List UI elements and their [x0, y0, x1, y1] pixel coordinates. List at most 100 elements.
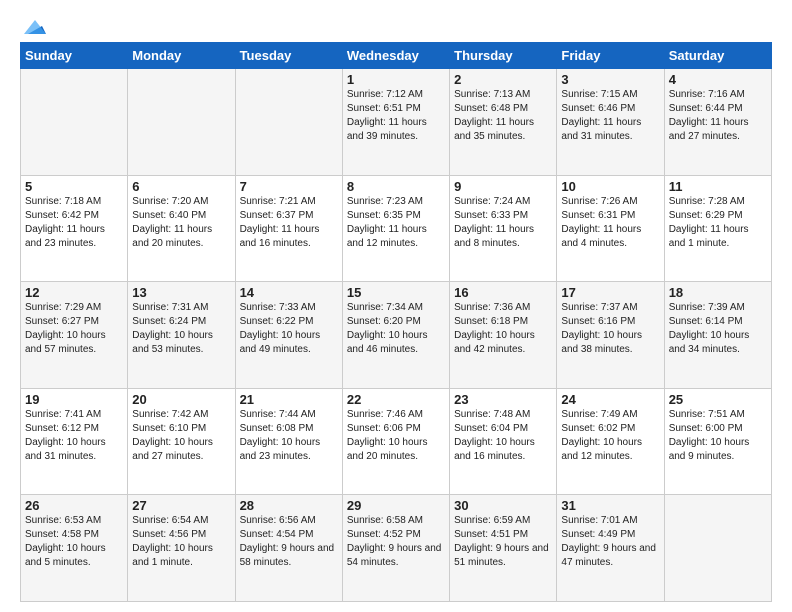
day-info: Sunrise: 7:23 AM Sunset: 6:35 PM Dayligh…: [347, 195, 445, 251]
day-info: Sunrise: 7:44 AM Sunset: 6:08 PM Dayligh…: [240, 408, 338, 464]
calendar-cell: 8Sunrise: 7:23 AM Sunset: 6:35 PM Daylig…: [342, 175, 449, 282]
day-info: Sunrise: 7:12 AM Sunset: 6:51 PM Dayligh…: [347, 88, 445, 144]
day-number: 13: [132, 285, 230, 300]
day-number: 4: [669, 72, 767, 87]
day-number: 8: [347, 179, 445, 194]
day-number: 7: [240, 179, 338, 194]
day-number: 31: [561, 498, 659, 513]
day-info: Sunrise: 7:26 AM Sunset: 6:31 PM Dayligh…: [561, 195, 659, 251]
day-info: Sunrise: 7:33 AM Sunset: 6:22 PM Dayligh…: [240, 301, 338, 357]
week-row-1: 5Sunrise: 7:18 AM Sunset: 6:42 PM Daylig…: [21, 175, 772, 282]
day-info: Sunrise: 6:53 AM Sunset: 4:58 PM Dayligh…: [25, 514, 123, 570]
calendar-cell: 10Sunrise: 7:26 AM Sunset: 6:31 PM Dayli…: [557, 175, 664, 282]
calendar-cell: 17Sunrise: 7:37 AM Sunset: 6:16 PM Dayli…: [557, 282, 664, 389]
day-number: 11: [669, 179, 767, 194]
calendar-cell: 29Sunrise: 6:58 AM Sunset: 4:52 PM Dayli…: [342, 495, 449, 602]
day-number: 1: [347, 72, 445, 87]
day-info: Sunrise: 7:48 AM Sunset: 6:04 PM Dayligh…: [454, 408, 552, 464]
day-info: Sunrise: 7:18 AM Sunset: 6:42 PM Dayligh…: [25, 195, 123, 251]
day-number: 26: [25, 498, 123, 513]
calendar-cell: 4Sunrise: 7:16 AM Sunset: 6:44 PM Daylig…: [664, 69, 771, 176]
calendar-cell: 25Sunrise: 7:51 AM Sunset: 6:00 PM Dayli…: [664, 388, 771, 495]
day-number: 15: [347, 285, 445, 300]
day-info: Sunrise: 7:29 AM Sunset: 6:27 PM Dayligh…: [25, 301, 123, 357]
calendar-cell: 12Sunrise: 7:29 AM Sunset: 6:27 PM Dayli…: [21, 282, 128, 389]
calendar-cell: 20Sunrise: 7:42 AM Sunset: 6:10 PM Dayli…: [128, 388, 235, 495]
weekday-header-saturday: Saturday: [664, 43, 771, 69]
calendar-cell: [664, 495, 771, 602]
day-info: Sunrise: 6:54 AM Sunset: 4:56 PM Dayligh…: [132, 514, 230, 570]
week-row-4: 26Sunrise: 6:53 AM Sunset: 4:58 PM Dayli…: [21, 495, 772, 602]
day-number: 10: [561, 179, 659, 194]
calendar-cell: [21, 69, 128, 176]
calendar-cell: 9Sunrise: 7:24 AM Sunset: 6:33 PM Daylig…: [450, 175, 557, 282]
weekday-header-thursday: Thursday: [450, 43, 557, 69]
day-number: 17: [561, 285, 659, 300]
calendar-cell: 3Sunrise: 7:15 AM Sunset: 6:46 PM Daylig…: [557, 69, 664, 176]
calendar-table: SundayMondayTuesdayWednesdayThursdayFrid…: [20, 42, 772, 602]
calendar-cell: 15Sunrise: 7:34 AM Sunset: 6:20 PM Dayli…: [342, 282, 449, 389]
logo: [20, 16, 46, 32]
day-info: Sunrise: 7:51 AM Sunset: 6:00 PM Dayligh…: [669, 408, 767, 464]
calendar-cell: 7Sunrise: 7:21 AM Sunset: 6:37 PM Daylig…: [235, 175, 342, 282]
page: SundayMondayTuesdayWednesdayThursdayFrid…: [0, 0, 792, 612]
day-number: 2: [454, 72, 552, 87]
logo-icon: [24, 16, 46, 38]
calendar-cell: 11Sunrise: 7:28 AM Sunset: 6:29 PM Dayli…: [664, 175, 771, 282]
day-info: Sunrise: 7:39 AM Sunset: 6:14 PM Dayligh…: [669, 301, 767, 357]
day-info: Sunrise: 7:36 AM Sunset: 6:18 PM Dayligh…: [454, 301, 552, 357]
day-info: Sunrise: 7:15 AM Sunset: 6:46 PM Dayligh…: [561, 88, 659, 144]
day-number: 30: [454, 498, 552, 513]
day-info: Sunrise: 7:24 AM Sunset: 6:33 PM Dayligh…: [454, 195, 552, 251]
day-number: 27: [132, 498, 230, 513]
calendar-cell: [128, 69, 235, 176]
calendar-cell: 14Sunrise: 7:33 AM Sunset: 6:22 PM Dayli…: [235, 282, 342, 389]
calendar-cell: 1Sunrise: 7:12 AM Sunset: 6:51 PM Daylig…: [342, 69, 449, 176]
week-row-3: 19Sunrise: 7:41 AM Sunset: 6:12 PM Dayli…: [21, 388, 772, 495]
calendar-cell: 31Sunrise: 7:01 AM Sunset: 4:49 PM Dayli…: [557, 495, 664, 602]
calendar-cell: 2Sunrise: 7:13 AM Sunset: 6:48 PM Daylig…: [450, 69, 557, 176]
day-number: 5: [25, 179, 123, 194]
day-info: Sunrise: 6:56 AM Sunset: 4:54 PM Dayligh…: [240, 514, 338, 570]
day-info: Sunrise: 7:16 AM Sunset: 6:44 PM Dayligh…: [669, 88, 767, 144]
weekday-header-row: SundayMondayTuesdayWednesdayThursdayFrid…: [21, 43, 772, 69]
day-info: Sunrise: 6:59 AM Sunset: 4:51 PM Dayligh…: [454, 514, 552, 570]
day-number: 9: [454, 179, 552, 194]
calendar-cell: 18Sunrise: 7:39 AM Sunset: 6:14 PM Dayli…: [664, 282, 771, 389]
calendar-cell: 21Sunrise: 7:44 AM Sunset: 6:08 PM Dayli…: [235, 388, 342, 495]
day-info: Sunrise: 7:28 AM Sunset: 6:29 PM Dayligh…: [669, 195, 767, 251]
day-number: 20: [132, 392, 230, 407]
day-number: 29: [347, 498, 445, 513]
weekday-header-sunday: Sunday: [21, 43, 128, 69]
day-number: 28: [240, 498, 338, 513]
day-number: 3: [561, 72, 659, 87]
calendar-cell: 5Sunrise: 7:18 AM Sunset: 6:42 PM Daylig…: [21, 175, 128, 282]
day-number: 12: [25, 285, 123, 300]
day-number: 6: [132, 179, 230, 194]
week-row-0: 1Sunrise: 7:12 AM Sunset: 6:51 PM Daylig…: [21, 69, 772, 176]
calendar-cell: 13Sunrise: 7:31 AM Sunset: 6:24 PM Dayli…: [128, 282, 235, 389]
weekday-header-friday: Friday: [557, 43, 664, 69]
day-info: Sunrise: 6:58 AM Sunset: 4:52 PM Dayligh…: [347, 514, 445, 570]
day-number: 19: [25, 392, 123, 407]
day-number: 21: [240, 392, 338, 407]
day-info: Sunrise: 7:34 AM Sunset: 6:20 PM Dayligh…: [347, 301, 445, 357]
calendar-cell: 6Sunrise: 7:20 AM Sunset: 6:40 PM Daylig…: [128, 175, 235, 282]
calendar-cell: 27Sunrise: 6:54 AM Sunset: 4:56 PM Dayli…: [128, 495, 235, 602]
day-info: Sunrise: 7:37 AM Sunset: 6:16 PM Dayligh…: [561, 301, 659, 357]
calendar-cell: 30Sunrise: 6:59 AM Sunset: 4:51 PM Dayli…: [450, 495, 557, 602]
calendar-cell: 23Sunrise: 7:48 AM Sunset: 6:04 PM Dayli…: [450, 388, 557, 495]
weekday-header-monday: Monday: [128, 43, 235, 69]
day-number: 24: [561, 392, 659, 407]
calendar-cell: 26Sunrise: 6:53 AM Sunset: 4:58 PM Dayli…: [21, 495, 128, 602]
day-info: Sunrise: 7:20 AM Sunset: 6:40 PM Dayligh…: [132, 195, 230, 251]
day-info: Sunrise: 7:01 AM Sunset: 4:49 PM Dayligh…: [561, 514, 659, 570]
day-number: 25: [669, 392, 767, 407]
day-info: Sunrise: 7:31 AM Sunset: 6:24 PM Dayligh…: [132, 301, 230, 357]
weekday-header-tuesday: Tuesday: [235, 43, 342, 69]
day-info: Sunrise: 7:49 AM Sunset: 6:02 PM Dayligh…: [561, 408, 659, 464]
day-number: 18: [669, 285, 767, 300]
header: [20, 16, 772, 32]
day-info: Sunrise: 7:42 AM Sunset: 6:10 PM Dayligh…: [132, 408, 230, 464]
day-info: Sunrise: 7:13 AM Sunset: 6:48 PM Dayligh…: [454, 88, 552, 144]
